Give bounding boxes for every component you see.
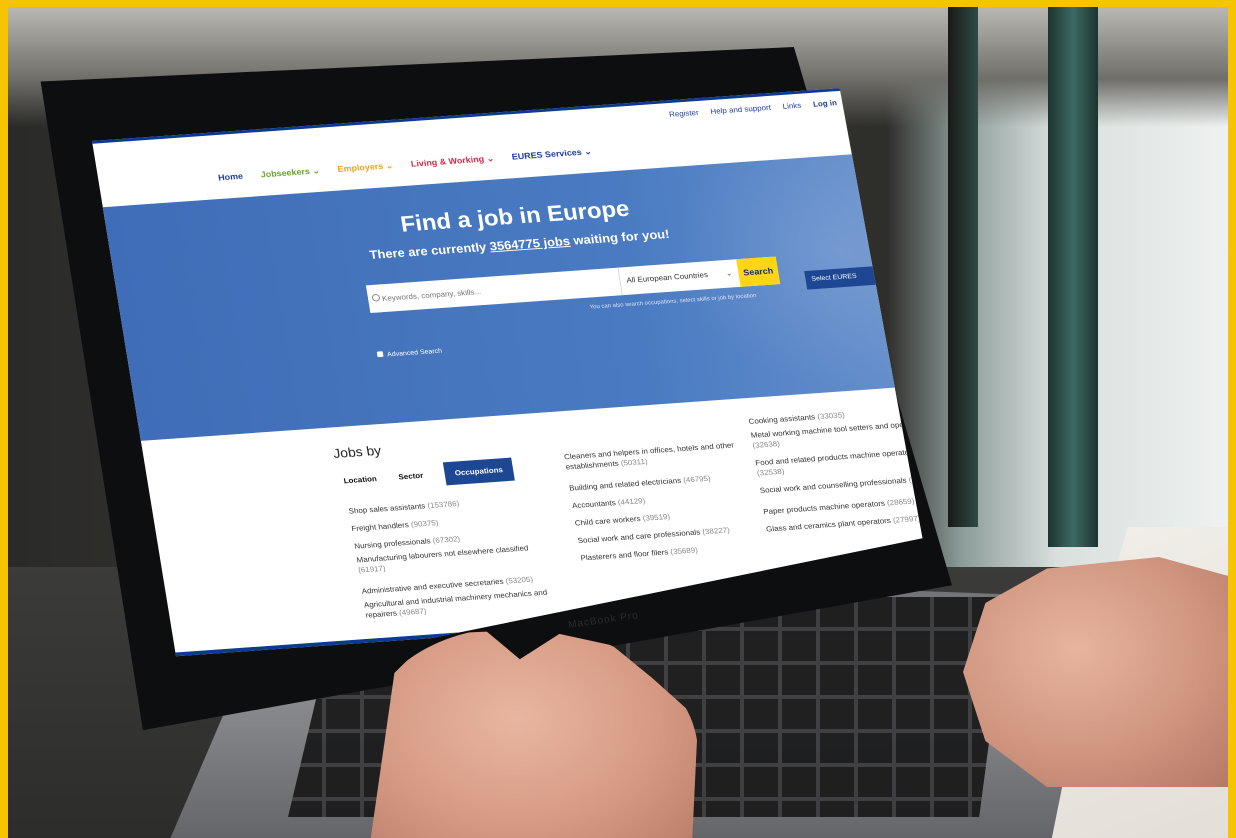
jobs-by-tabs: Location Sector Occupations (342, 457, 515, 493)
photo-scene: MacBook Pro Register Help and support Li… (8, 7, 1228, 838)
occupation-link[interactable]: Nursing professionals (354, 537, 432, 551)
nav-item-label: Living & Working (410, 154, 485, 169)
chevron-down-icon: ⌄ (384, 160, 394, 171)
job-count: (67302) (432, 534, 461, 545)
occupation-list-col1: Shop sales assistants (153786) Freight h… (347, 489, 556, 627)
chevron-down-icon: ⌄ (485, 153, 495, 164)
occupation-list-col3: Cooking assistants (33035) Metal working… (747, 400, 923, 538)
register-link[interactable]: Register (668, 108, 699, 118)
hero-subtitle-prefix: There are currently (368, 239, 488, 262)
tab-sector[interactable]: Sector (398, 471, 424, 481)
plus-icon (376, 351, 384, 358)
nav-item-employers[interactable]: Employers ⌄ (337, 161, 394, 175)
list-item[interactable]: Food and related products machine operat… (755, 445, 923, 479)
nav-item-living-working[interactable]: Living & Working ⌄ (410, 154, 495, 170)
occupation-link[interactable]: Shop sales assistants (348, 502, 426, 516)
chevron-down-icon: ⌄ (893, 270, 901, 277)
country-select-value: All European Countries (625, 270, 709, 285)
job-count: (50311) (620, 457, 649, 468)
job-count: (44129) (617, 496, 646, 507)
top-links: Register Help and support Links Log in (668, 99, 837, 119)
job-count: (39519) (642, 512, 671, 523)
list-item[interactable]: Cleaners and helpers in offices, hotels … (563, 439, 754, 473)
occupation-link[interactable]: Cooking assistants (748, 413, 816, 426)
chevron-down-icon: ⌄ (725, 268, 734, 278)
occupation-link[interactable]: Social work and counselling professional… (759, 476, 907, 495)
occupation-link[interactable]: Accountants (571, 499, 616, 510)
occupation-link[interactable]: Glass and ceramics plant operators (766, 516, 892, 533)
job-count: (46795) (682, 474, 712, 485)
nav-item-home[interactable]: Home (217, 171, 243, 183)
advanced-search-label: Advanced Search (386, 348, 443, 359)
hero-subtitle-suffix: waiting for you! (572, 226, 671, 248)
job-count: (153786) (426, 499, 460, 510)
job-count: (27997) (892, 514, 921, 525)
job-count: (35689) (669, 545, 699, 557)
job-count: (33035) (816, 410, 846, 421)
search-button[interactable]: Search (736, 256, 781, 287)
window-frame (1048, 7, 1098, 547)
job-count: (28659) (886, 497, 916, 508)
nav-item-label: Employers (336, 161, 384, 174)
window-frame (948, 7, 978, 527)
job-count: (32538) (756, 467, 786, 478)
nav-item-eures-services[interactable]: EURES Services ⌄ (511, 147, 592, 163)
search-input[interactable] (365, 267, 622, 314)
links-link[interactable]: Links (782, 101, 802, 111)
job-count: (32638) (751, 439, 781, 450)
occupation-list-col2: Cleaners and helpers in offices, hotels … (563, 439, 770, 567)
advanced-search-link[interactable]: Advanced Search (376, 347, 443, 359)
nav-item-label: EURES Services (511, 147, 583, 162)
eures-select-value: Select EURES (811, 273, 858, 283)
chevron-down-icon: ⌄ (311, 165, 321, 176)
hero-banner: Find a job in Europe There are currently… (102, 147, 923, 441)
login-link[interactable]: Log in (812, 99, 837, 109)
occupation-link[interactable]: Cleaners and helpers in offices, hotels … (563, 441, 734, 471)
occupation-link[interactable]: Plasterers and floor filers (580, 548, 669, 562)
tab-occupations[interactable]: Occupations (443, 457, 515, 486)
tab-location[interactable]: Location (343, 475, 377, 486)
job-count: (38227) (701, 525, 731, 537)
nav-item-label: Home (217, 171, 244, 183)
job-count: (49687) (398, 606, 428, 618)
occupation-link[interactable]: Child care workers (574, 515, 641, 528)
occupation-link[interactable]: Freight handlers (351, 521, 410, 533)
job-count: (53205) (505, 575, 534, 586)
job-count-link[interactable]: 3564775 jobs (489, 234, 571, 253)
nav-item-jobseekers[interactable]: Jobseekers ⌄ (260, 166, 321, 180)
occupation-link[interactable]: Food and related products machine operat… (755, 448, 917, 468)
job-count: (90375) (410, 518, 439, 529)
chevron-down-icon: ⌄ (583, 146, 593, 157)
help-link[interactable]: Help and support (710, 103, 772, 116)
jobs-by-title: Jobs by (332, 442, 383, 461)
nav-item-label: Jobseekers (259, 166, 311, 180)
occupation-link[interactable]: Building and related electricians (569, 476, 682, 492)
job-count: (61917) (357, 564, 387, 575)
